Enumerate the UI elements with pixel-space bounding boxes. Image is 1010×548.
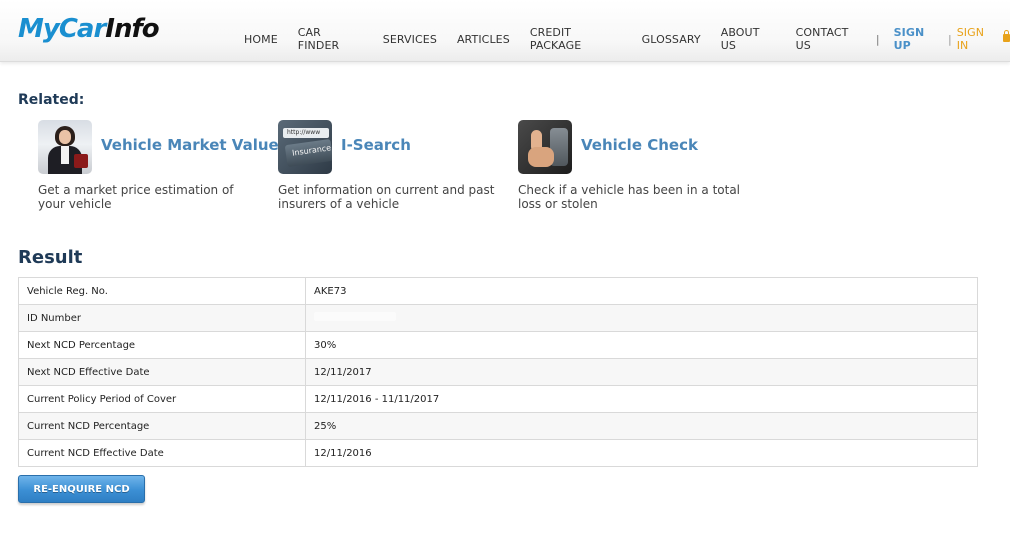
row-label: Current NCD Percentage xyxy=(18,412,306,440)
nav-home[interactable]: HOME xyxy=(244,33,278,46)
nav-credit-package[interactable]: CREDIT PACKAGE xyxy=(530,26,622,52)
vehicle-market-value-description: Get a market price estimation of your ve… xyxy=(38,183,234,211)
nav-contact-us[interactable]: CONTACT US xyxy=(796,26,864,52)
row-value: AKE73 xyxy=(305,277,978,305)
thumbs-up-icon[interactable] xyxy=(518,120,572,174)
row-label: Next NCD Effective Date xyxy=(18,358,306,386)
row-value: 25% xyxy=(305,412,978,440)
auth-separator: | xyxy=(947,32,952,46)
nav-glossary[interactable]: GLOSSARY xyxy=(642,33,701,46)
nav-separator: | xyxy=(875,32,880,46)
result-table: Vehicle Reg. No. AKE73 ID Number Next NC… xyxy=(18,277,978,467)
sign-in-link[interactable]: SIGN IN xyxy=(957,26,998,52)
site-logo[interactable]: MyCarInfo xyxy=(18,14,160,44)
vehicle-check-description: Check if a vehicle has been in a total l… xyxy=(518,183,741,211)
row-value: 12/11/2016 - 11/11/2017 xyxy=(305,385,978,413)
redacted-field xyxy=(314,312,396,321)
lock-icon xyxy=(1003,30,1010,42)
vehicle-market-value-link[interactable]: Vehicle Market Value xyxy=(101,136,279,154)
table-row: Current NCD Effective Date 12/11/2016 xyxy=(18,439,978,467)
table-row: Vehicle Reg. No. AKE73 xyxy=(18,277,978,305)
i-search-link[interactable]: I-Search xyxy=(341,136,411,154)
table-row: Current Policy Period of Cover 12/11/201… xyxy=(18,385,978,413)
row-label: Current Policy Period of Cover xyxy=(18,385,306,413)
table-row: ID Number xyxy=(18,304,978,332)
nav-about-us[interactable]: ABOUT US xyxy=(721,26,776,52)
logo-suffix: Info xyxy=(105,14,159,44)
table-row: Current NCD Percentage 25% xyxy=(18,412,978,440)
related-heading: Related: xyxy=(18,92,85,108)
row-value: 30% xyxy=(305,331,978,359)
row-label: Current NCD Effective Date xyxy=(18,439,306,467)
insurance-search-icon[interactable]: http://www Insurance xyxy=(278,120,332,174)
nav-articles[interactable]: ARTICLES xyxy=(457,33,510,46)
nav-services[interactable]: SERVICES xyxy=(383,33,437,46)
vehicle-check-link[interactable]: Vehicle Check xyxy=(581,136,698,154)
i-search-description: Get information on current and past insu… xyxy=(278,183,495,211)
table-row: Next NCD Percentage 30% xyxy=(18,331,978,359)
row-label: Vehicle Reg. No. xyxy=(18,277,306,305)
site-header: MyCarInfo HOME CAR FINDER SERVICES ARTIC… xyxy=(0,0,1010,62)
table-row: Next NCD Effective Date 12/11/2017 xyxy=(18,358,978,386)
sign-up-link[interactable]: SIGN UP xyxy=(894,26,943,52)
row-label: ID Number xyxy=(18,304,306,332)
row-value-redacted xyxy=(305,304,978,332)
re-enquire-ncd-button[interactable]: RE-ENQUIRE NCD xyxy=(18,475,145,503)
logo-prefix: MyCar xyxy=(18,14,106,44)
main-nav: HOME CAR FINDER SERVICES ARTICLES CREDIT… xyxy=(244,26,1010,52)
result-heading: Result xyxy=(18,247,83,268)
businesswoman-photo-icon[interactable] xyxy=(38,120,92,174)
row-label: Next NCD Percentage xyxy=(18,331,306,359)
nav-car-finder[interactable]: CAR FINDER xyxy=(298,26,363,52)
row-value: 12/11/2017 xyxy=(305,358,978,386)
row-value: 12/11/2016 xyxy=(305,439,978,467)
